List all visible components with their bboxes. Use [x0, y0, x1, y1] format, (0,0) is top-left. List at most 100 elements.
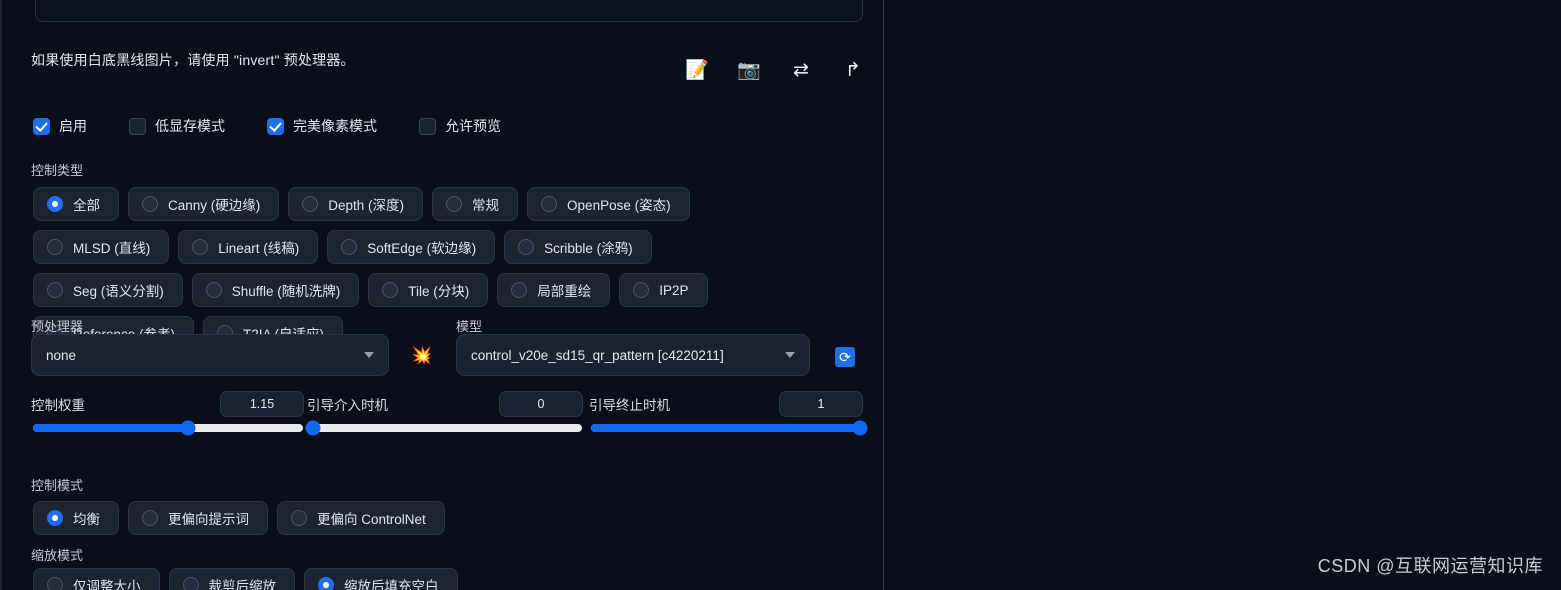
control-type-option-5[interactable]: MLSD (直线) — [33, 230, 170, 264]
radio-unselected-icon[interactable] — [205, 282, 222, 298]
checkbox-unchecked-icon[interactable] — [129, 117, 146, 135]
radio-selected-icon[interactable] — [47, 510, 63, 526]
resize-mode-option-0[interactable]: 仅调整大小 — [33, 568, 160, 590]
camera-icon[interactable]: 📷 — [732, 54, 766, 86]
slider-thumb-1[interactable] — [305, 420, 321, 436]
slider-track-1[interactable] — [305, 420, 582, 436]
control-type-option-label: 常规 — [472, 198, 500, 213]
slider-label-1: 引导介入时机 — [307, 398, 388, 413]
slider-track-0[interactable] — [33, 420, 303, 436]
control-type-option-1[interactable]: Canny (硬边缘) — [128, 187, 280, 221]
model-dropdown-wrap: control_v20e_sd15_qr_pattern [c4220211] — [456, 334, 810, 376]
control-type-option-label: Lineart (线稿) — [218, 241, 300, 256]
radio-unselected-icon[interactable] — [633, 282, 650, 298]
control-type-option-4[interactable]: OpenPose (姿态) — [527, 187, 690, 221]
invert-hint-text: 如果使用白底黑线图片，请使用 "invert" 预处理器。 — [31, 52, 355, 68]
radio-selected-icon[interactable] — [47, 196, 63, 212]
control-type-option-label: IP2P — [659, 282, 689, 298]
preprocessor-dropdown[interactable]: none — [31, 334, 389, 376]
slider-thumb-0[interactable] — [180, 420, 196, 436]
send-to-icon[interactable]: ↱ — [836, 54, 870, 86]
image-toolbar: 📝 📷 ⇄ ↱ — [662, 54, 872, 88]
radio-unselected-icon[interactable] — [382, 282, 399, 298]
control-type-option-8[interactable]: Scribble (涂鸦) — [504, 230, 652, 264]
radio-unselected-icon[interactable] — [446, 196, 463, 212]
resize-mode-option-label: 缩放后填充空白 — [344, 579, 439, 590]
radio-selected-icon[interactable] — [318, 577, 334, 590]
resize-mode-option-1[interactable]: 裁剪后缩放 — [168, 568, 295, 590]
image-preview-box[interactable] — [35, 0, 863, 22]
slider-value-input-0[interactable]: 1.15 — [220, 391, 304, 417]
control-type-option-label: MLSD (直线) — [73, 241, 151, 256]
slider-label-2: 引导终止时机 — [589, 398, 670, 413]
control-type-option-2[interactable]: Depth (深度) — [288, 187, 424, 221]
control-type-option-11[interactable]: Tile (分块) — [368, 273, 489, 307]
refresh-models-icon[interactable]: ⟳ — [835, 347, 855, 367]
control-type-option-10[interactable]: Shuffle (随机洗牌) — [191, 273, 360, 307]
control-type-option-7[interactable]: SoftEdge (软边缘) — [327, 230, 496, 264]
preprocessor-value: none — [46, 347, 77, 363]
resize-mode-option-label: 仅调整大小 — [73, 579, 141, 590]
options-checkbox-row: 启用 低显存模式 完美像素模式 允许预览 — [33, 116, 501, 136]
radio-unselected-icon[interactable] — [192, 239, 209, 255]
control-type-option-6[interactable]: Lineart (线稿) — [178, 230, 319, 264]
slider-value-input-2[interactable]: 1 — [779, 391, 863, 417]
control-type-option-label: Seg (语义分割) — [73, 284, 164, 299]
radio-unselected-icon[interactable] — [302, 196, 319, 212]
swap-icon[interactable]: ⇄ — [784, 54, 818, 86]
control-type-option-0[interactable]: 全部 — [33, 187, 119, 221]
control-mode-group: 均衡 更偏向提示词 更偏向 ControlNet — [33, 501, 773, 535]
model-dropdown[interactable]: control_v20e_sd15_qr_pattern [c4220211] — [456, 334, 810, 376]
control-mode-option-label: 更偏向提示词 — [168, 512, 249, 527]
checkbox-checked-icon[interactable] — [33, 117, 50, 135]
control-type-option-label: 局部重绘 — [537, 284, 592, 299]
radio-unselected-icon[interactable] — [47, 282, 63, 298]
control-type-option-12[interactable]: 局部重绘 — [497, 273, 611, 307]
control-type-option-9[interactable]: Seg (语义分割) — [33, 273, 183, 307]
control-mode-label: 控制模式 — [31, 478, 84, 493]
control-type-option-label: Tile (分块) — [408, 284, 470, 299]
radio-unselected-icon[interactable] — [341, 239, 358, 255]
radio-unselected-icon[interactable] — [47, 239, 63, 255]
checkbox-checked-icon[interactable] — [267, 117, 284, 135]
radio-unselected-icon[interactable] — [142, 510, 158, 526]
chevron-down-icon — [785, 352, 795, 358]
checkbox-1[interactable]: 低显存模式 — [129, 116, 225, 136]
slider-label-0: 控制权重 — [31, 398, 85, 413]
slider-track-2[interactable] — [591, 420, 868, 436]
checkbox-2[interactable]: 完美像素模式 — [267, 116, 377, 136]
slider-thumb-2[interactable] — [852, 420, 868, 436]
app-root: 如果使用白底黑线图片，请使用 "invert" 预处理器。 📝 📷 ⇄ ↱ 启用… — [0, 0, 1561, 590]
control-type-group: 全部 Canny (硬边缘) Depth (深度) 常规 OpenPose (姿态) ML… — [33, 187, 773, 350]
control-type-option-3[interactable]: 常规 — [432, 187, 519, 221]
checkbox-3[interactable]: 允许预览 — [419, 116, 501, 136]
checkbox-0[interactable]: 启用 — [33, 116, 87, 136]
resize-mode-label: 缩放模式 — [31, 548, 84, 563]
resize-mode-option-2[interactable]: 缩放后填充空白 — [304, 568, 458, 590]
radio-unselected-icon[interactable] — [291, 510, 307, 526]
control-type-option-label: 全部 — [73, 198, 100, 213]
controlnet-panel: 如果使用白底黑线图片，请使用 "invert" 预处理器。 📝 📷 ⇄ ↱ 启用… — [0, 0, 884, 590]
control-mode-option-2[interactable]: 更偏向 ControlNet — [277, 501, 445, 535]
control-mode-option-0[interactable]: 均衡 — [33, 501, 119, 535]
control-mode-option-label: 均衡 — [73, 512, 100, 527]
radio-unselected-icon[interactable] — [518, 239, 535, 255]
radio-unselected-icon[interactable] — [182, 577, 199, 590]
edit-note-icon[interactable]: 📝 — [680, 54, 714, 86]
radio-unselected-icon[interactable] — [47, 577, 63, 590]
control-type-option-label: SoftEdge (软边缘) — [367, 241, 477, 256]
model-label: 模型 — [456, 319, 483, 334]
checkbox-label: 启用 — [59, 118, 87, 134]
control-type-label: 控制类型 — [31, 163, 84, 178]
checkbox-label: 允许预览 — [445, 118, 501, 134]
explode-icon[interactable]: 💥 — [411, 345, 433, 367]
radio-unselected-icon[interactable] — [142, 196, 158, 212]
control-mode-option-1[interactable]: 更偏向提示词 — [128, 501, 268, 535]
radio-unselected-icon[interactable] — [541, 196, 558, 212]
control-type-option-13[interactable]: IP2P — [619, 273, 708, 307]
preprocessor-dropdown-wrap: none — [31, 334, 389, 376]
radio-unselected-icon[interactable] — [511, 282, 528, 298]
resize-mode-group: 仅调整大小 裁剪后缩放 缩放后填充空白 — [33, 568, 773, 590]
slider-value-input-1[interactable]: 0 — [499, 391, 583, 417]
checkbox-unchecked-icon[interactable] — [419, 117, 436, 135]
